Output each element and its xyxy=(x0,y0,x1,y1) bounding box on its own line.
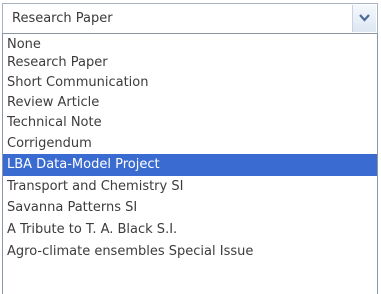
dropdown-toggle-button[interactable] xyxy=(352,5,376,32)
option-agro-climate-ensembles[interactable]: Agro-climate ensembles Special Issue xyxy=(3,241,377,263)
dropdown-screenshot: Research Paper None Research Paper Short… xyxy=(0,0,381,294)
article-type-select[interactable]: Research Paper xyxy=(2,3,378,34)
option-corrigendum[interactable]: Corrigendum xyxy=(3,133,377,155)
option-savanna-patterns-si[interactable]: Savanna Patterns SI xyxy=(3,197,377,219)
option-technical-note[interactable]: Technical Note xyxy=(3,112,377,134)
option-research-paper[interactable]: Research Paper xyxy=(3,52,377,74)
option-tribute-to-t-a-black[interactable]: A Tribute to T. A. Black S.I. xyxy=(3,219,377,241)
option-lba-data-model-project[interactable]: LBA Data-Model Project xyxy=(3,154,377,176)
option-transport-and-chemistry-si[interactable]: Transport and Chemistry SI xyxy=(3,176,377,198)
select-current-value: Research Paper xyxy=(12,11,113,26)
option-review-article[interactable]: Review Article xyxy=(3,92,377,114)
dropdown-list[interactable]: None Research Paper Short Communication … xyxy=(2,33,378,294)
chevron-down-icon xyxy=(359,14,370,22)
option-short-communication[interactable]: Short Communication xyxy=(3,72,377,94)
